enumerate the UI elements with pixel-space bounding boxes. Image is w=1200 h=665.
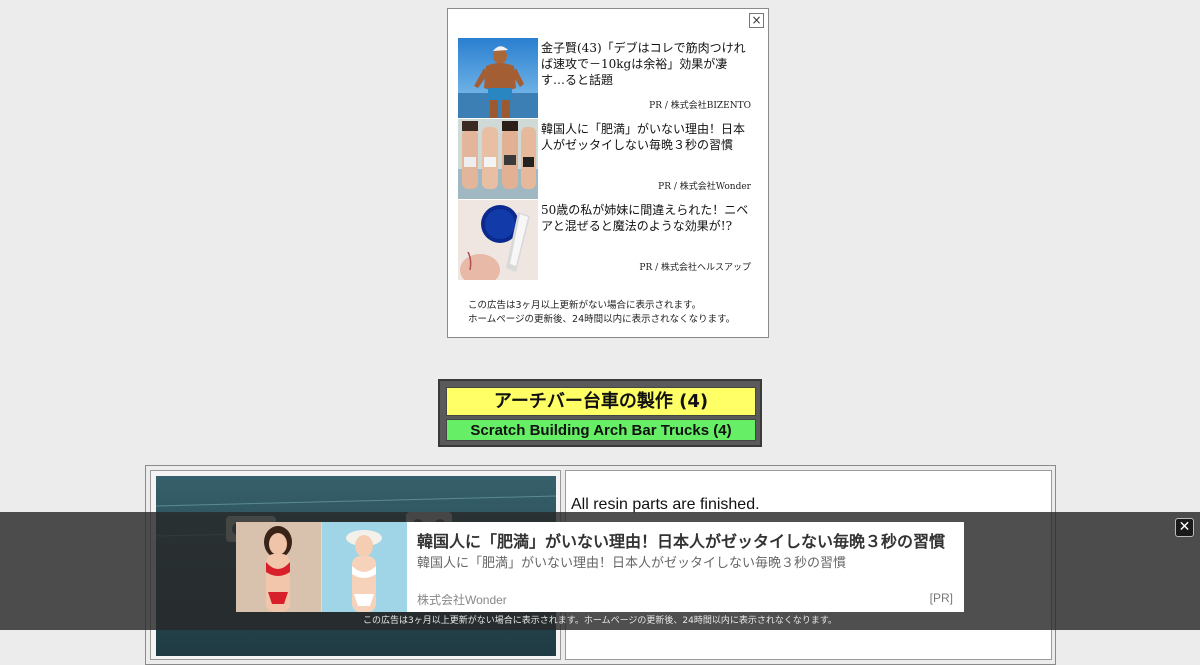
ad-item-1[interactable]: 金子賢(43)「デブはコレで筋肉つければ速攻で－10kgは余裕」効果が凄す…ると… bbox=[458, 38, 758, 119]
ad-sponsor: PR / 株式会社BIZENTO bbox=[649, 101, 751, 111]
overlay-ad-sponsor: 株式会社Wonder bbox=[417, 593, 507, 607]
page-title-japanese: アーチバー台車の製作 (4) bbox=[446, 387, 756, 416]
bottom-overlay-ad: ✕ 韓国人に「肥満」がいない理由！日本人がゼッタイしない毎晩３秒の習慣 韓国人に… bbox=[0, 512, 1200, 630]
ad-sponsor: PR / 株式会社ヘルスアップ bbox=[639, 263, 751, 273]
ad-thumbnail-muscle-man[interactable] bbox=[458, 38, 538, 118]
ad-footnote-line: ホームページの更新後、24時間以内に表示されなくなります。 bbox=[468, 314, 736, 325]
ad-title[interactable]: 金子賢(43)「デブはコレで筋肉つければ速攻で－10kgは余裕」効果が凄す…ると… bbox=[541, 40, 751, 88]
top-ad-box: × 金子賢(43)「デブはコレで筋肉つければ速攻で－10kgは余裕」効果が凄す…… bbox=[447, 8, 769, 338]
ad-sponsor: PR / 株式会社Wonder bbox=[658, 182, 751, 192]
ad-title[interactable]: 韓国人に「肥満」がいない理由！日本人がゼッタイしない毎晩３秒の習慣 bbox=[541, 121, 751, 153]
ad-title[interactable]: 50歳の私が姉妹に間違えられた！ニベアと混ぜると魔法のような効果が!? bbox=[541, 202, 751, 234]
overlay-ad-image[interactable] bbox=[236, 522, 407, 612]
overlay-close-icon[interactable]: ✕ bbox=[1175, 518, 1194, 537]
overlay-ad-title[interactable]: 韓国人に「肥満」がいない理由！日本人がゼッタイしない毎晩３秒の習慣 bbox=[417, 532, 945, 552]
overlay-ad-card[interactable]: 韓国人に「肥満」がいない理由！日本人がゼッタイしない毎晩３秒の習慣 韓国人に「肥… bbox=[236, 522, 964, 612]
ad-footnote: この広告は3ヶ月以上更新がない場合に表示されます。 ホームページの更新後、24時… bbox=[468, 299, 735, 327]
title-plaque: アーチバー台車の製作 (4) Scratch Building Arch Bar… bbox=[438, 379, 762, 447]
ad-close-icon[interactable]: × bbox=[749, 13, 764, 28]
overlay-ad-pr-label: [PR] bbox=[929, 591, 953, 605]
overlay-footnote: この広告は3ヶ月以上更新がない場合に表示されます。ホームページの更新後、24時間… bbox=[363, 616, 837, 626]
ad-thumbnail-cream[interactable] bbox=[458, 200, 538, 280]
ad-item-2[interactable]: 韓国人に「肥満」がいない理由！日本人がゼッタイしない毎晩３秒の習慣 PR / 株… bbox=[458, 119, 758, 200]
ad-item-3[interactable]: 50歳の私が姉妹に間違えられた！ニベアと混ぜると魔法のような効果が!? PR /… bbox=[458, 200, 758, 281]
ad-thumbnail-swimwear[interactable] bbox=[458, 119, 538, 199]
overlay-ad-description[interactable]: 韓国人に「肥満」がいない理由！日本人がゼッタイしない毎晩３秒の習慣 bbox=[417, 555, 846, 572]
page-title-english: Scratch Building Arch Bar Trucks (4) bbox=[446, 419, 756, 441]
ad-footnote-line: この広告は3ヶ月以上更新がない場合に表示されます。 bbox=[468, 300, 702, 311]
